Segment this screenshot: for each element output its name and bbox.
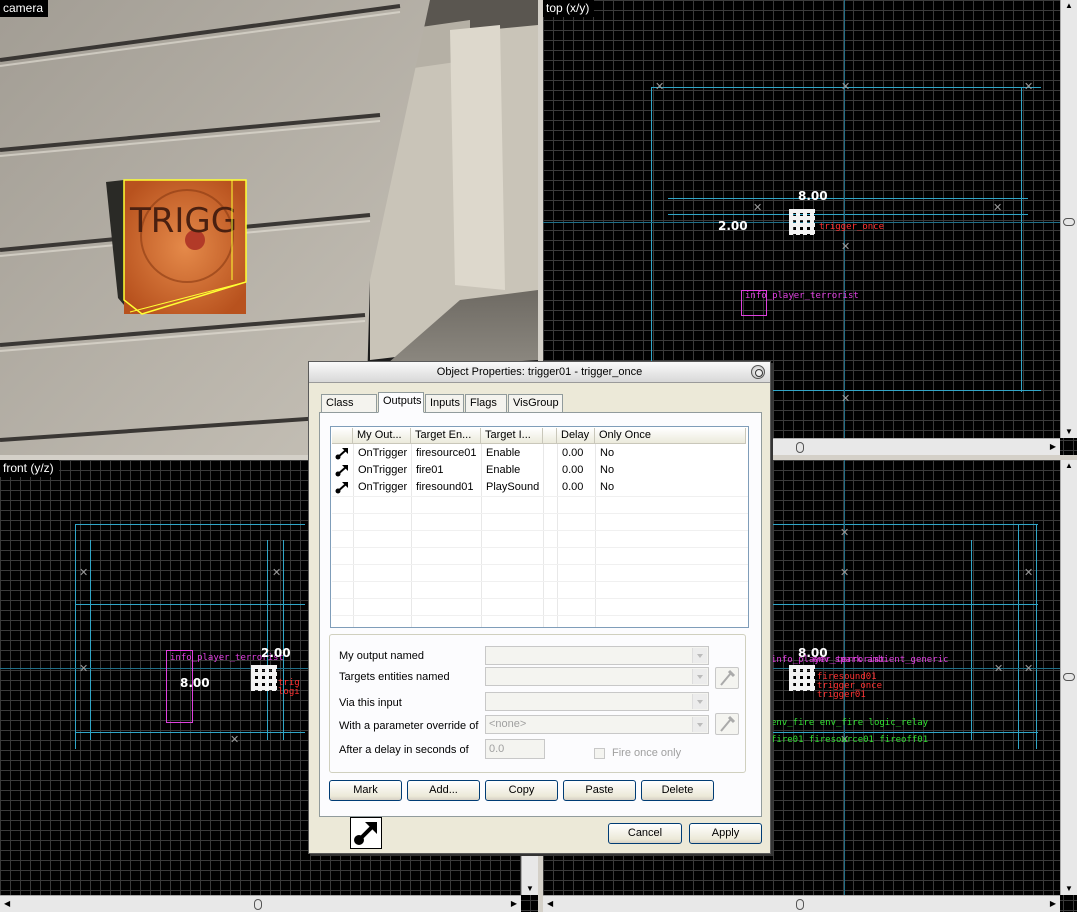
table-row[interactable]: OnTrigger fire01 Enable 0.00 No	[332, 462, 748, 479]
tab-flags[interactable]: Flags	[465, 394, 507, 412]
height-dimension: 8.00	[180, 676, 210, 690]
cell-output: OnTrigger	[358, 464, 408, 476]
entity-output-icon	[350, 817, 382, 849]
entity-label: trigger01	[817, 690, 866, 700]
cell-input: PlaySound	[486, 481, 540, 493]
param-value: <none>	[489, 718, 527, 730]
close-icon[interactable]	[751, 365, 765, 379]
eyedropper-target-button[interactable]	[715, 667, 739, 689]
tab-visgroup[interactable]: VisGroup	[508, 394, 563, 412]
column-header-only-once[interactable]: Only Once	[595, 428, 746, 444]
output-label: My output named	[339, 650, 424, 662]
cell-target: firesound01	[416, 481, 474, 493]
tab-inputs[interactable]: Inputs	[425, 394, 464, 412]
cell-output: OnTrigger	[358, 447, 408, 459]
horizontal-scrollbar[interactable]: ◀ ▶	[543, 895, 1060, 912]
delete-button[interactable]: Delete	[641, 780, 714, 801]
targets-select[interactable]	[485, 667, 709, 686]
outputs-panel: My Out... Target En... Target I... Delay…	[319, 412, 762, 817]
input-label: Via this input	[339, 697, 402, 709]
object-properties-dialog: Object Properties: trigger01 - trigger_o…	[308, 361, 771, 854]
fire-once-checkbox[interactable]	[594, 748, 605, 759]
cell-output: OnTrigger	[358, 481, 408, 493]
cell-once: No	[600, 481, 615, 493]
cell-target: fire01	[416, 464, 444, 476]
targets-label: Targets entities named	[339, 671, 450, 683]
tab-outputs[interactable]: Outputs	[378, 392, 424, 413]
entity-label: fire01 firesource01 fireoff01	[771, 735, 929, 745]
eyedropper-icon	[720, 715, 736, 732]
entity-label: info_player_terrorist	[745, 291, 859, 301]
entity-label: env_spark ambient_generic	[813, 655, 949, 665]
delay-input[interactable]: 0.0	[485, 739, 545, 759]
vertical-scrollbar[interactable]: ▲ ▼	[1060, 460, 1077, 895]
cell-target: firesource01	[416, 447, 477, 459]
cell-input: Enable	[486, 464, 521, 476]
outputs-table[interactable]: My Out... Target En... Target I... Delay…	[330, 426, 749, 628]
output-select[interactable]	[485, 646, 709, 665]
column-header-delay[interactable]: Delay	[557, 428, 595, 444]
connection-editor: My output named Targets entities named V…	[329, 634, 746, 773]
cell-once: No	[600, 447, 615, 459]
paste-button[interactable]: Paste	[563, 780, 636, 801]
table-row[interactable]: OnTrigger firesource01 Enable 0.00 No	[332, 445, 748, 462]
chevron-down-icon[interactable]	[692, 648, 707, 663]
eyedropper-param-button[interactable]	[715, 713, 739, 735]
dialog-title: Object Properties: trigger01 - trigger_o…	[436, 366, 643, 378]
column-header-target[interactable]: Target En...	[411, 428, 481, 444]
cell-input: Enable	[486, 447, 521, 459]
viewport-label: front (y/z)	[0, 460, 59, 477]
sign-text: TRIGG	[129, 201, 237, 241]
cancel-button[interactable]: Cancel	[608, 823, 682, 844]
eyedropper-icon	[720, 669, 736, 686]
column-header-icon[interactable]	[332, 428, 353, 444]
chevron-down-icon[interactable]	[692, 694, 707, 709]
entity-label: trigger_once	[819, 222, 885, 232]
vertical-scrollbar[interactable]: ▲ ▼	[1060, 0, 1077, 438]
fire-once-label: Fire once only	[612, 747, 682, 759]
input-select[interactable]	[485, 692, 709, 711]
width-dimension: 8.00	[798, 189, 828, 203]
column-header-input[interactable]: Target I...	[481, 428, 543, 444]
column-header-param[interactable]	[543, 428, 557, 444]
entity-label: env_fire env_fire logic_relay	[771, 718, 929, 728]
delay-label: After a delay in seconds of	[339, 744, 469, 756]
output-connection-icon	[335, 482, 348, 494]
cell-delay: 0.00	[562, 447, 584, 459]
tab-class-info[interactable]: Class Info	[321, 394, 377, 425]
entity-label: logi	[278, 687, 300, 697]
cell-once: No	[600, 464, 615, 476]
cell-delay: 0.00	[562, 464, 584, 476]
output-connection-icon	[335, 465, 348, 477]
chevron-down-icon[interactable]	[692, 669, 707, 684]
add-button[interactable]: Add...	[407, 780, 480, 801]
cell-delay: 0.00	[562, 481, 584, 493]
viewport-label: top (x/y)	[543, 0, 595, 17]
width-dimension: 2.00	[261, 646, 291, 660]
param-label: With a parameter override of	[339, 720, 479, 732]
chevron-down-icon[interactable]	[692, 717, 707, 732]
dialog-titlebar[interactable]: Object Properties: trigger01 - trigger_o…	[309, 362, 770, 383]
param-select[interactable]: <none>	[485, 715, 709, 734]
output-connection-icon	[335, 448, 348, 460]
horizontal-scrollbar[interactable]: ◀ ▶	[0, 895, 521, 912]
mark-button[interactable]: Mark	[329, 780, 402, 801]
viewport-label: camera	[0, 0, 49, 17]
apply-button[interactable]: Apply	[689, 823, 762, 844]
copy-button[interactable]: Copy	[485, 780, 558, 801]
column-header-output[interactable]: My Out...	[353, 428, 411, 444]
height-dimension: 2.00	[718, 219, 748, 233]
table-row[interactable]: OnTrigger firesound01 PlaySound 0.00 No	[332, 479, 748, 496]
